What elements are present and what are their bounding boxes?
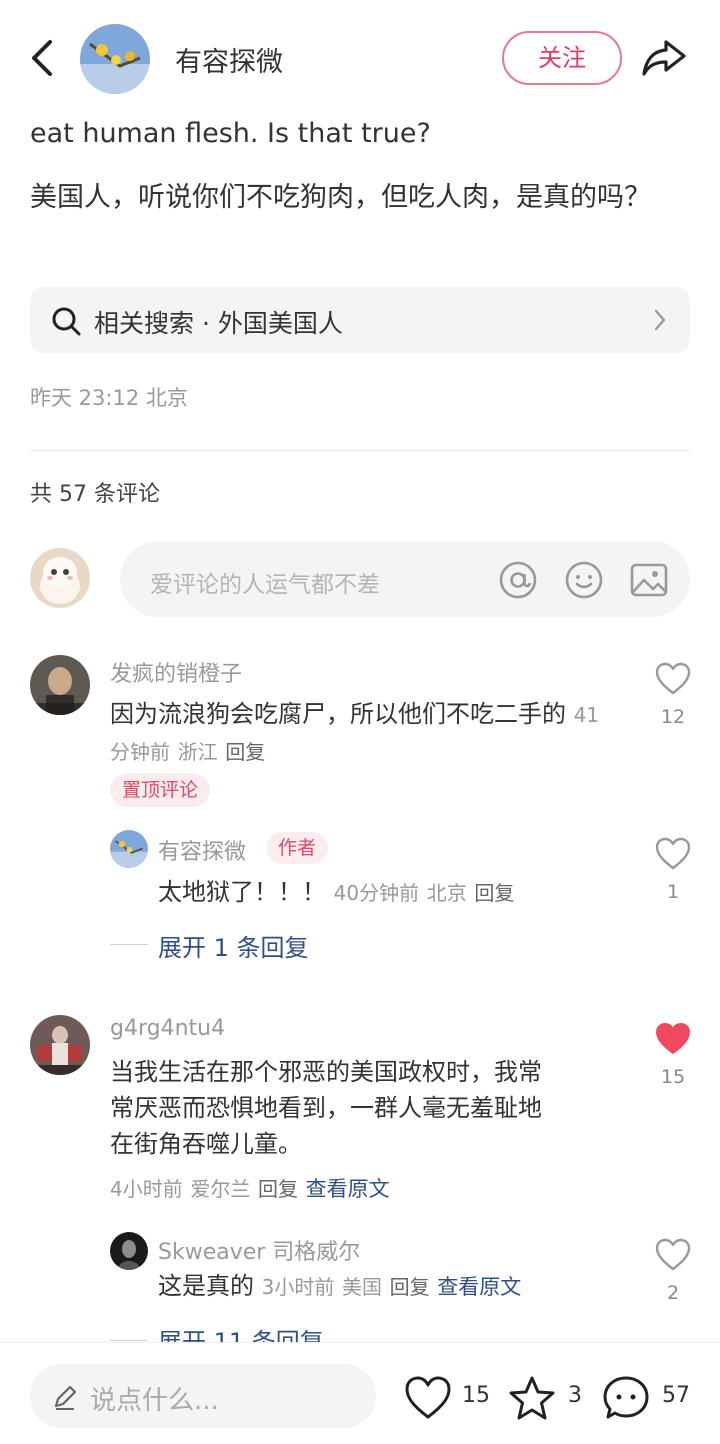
like-count: 12 (660, 706, 686, 728)
reply-text: 太地狱了！！！ 40分钟前 北京 回复 (158, 874, 618, 911)
like-count: 15 (660, 1066, 686, 1088)
comment-body-line: 常厌恶而恐惧地看到，一群人毫无羞耻地 (110, 1094, 542, 1122)
like-total: 15 (462, 1383, 490, 1408)
reply-name[interactable]: 有容探微 (158, 834, 246, 866)
commenter-name[interactable]: 发疯的销橙子 (110, 656, 242, 688)
divider (30, 450, 690, 451)
comment-count: 共 57 条评论 (30, 482, 160, 507)
comment-body: 因为流浪狗会吃腐尸，所以他们不吃二手的 (110, 700, 566, 728)
bottom-action-bar: 说点什么... 15 3 57 (0, 1342, 720, 1444)
author-avatar[interactable] (80, 24, 150, 94)
follow-button[interactable]: 关注 (502, 31, 622, 85)
my-avatar (30, 548, 90, 608)
emoji-icon[interactable] (564, 560, 604, 600)
reply-body: 太地狱了！！！ (158, 878, 326, 906)
comment-bubble-icon[interactable] (602, 1375, 650, 1421)
comment-body-line: 当我生活在那个邪恶的美国政权时，我常 (110, 1058, 542, 1086)
comment-input-placeholder: 爱评论的人运气都不差 (150, 572, 380, 598)
chevron-right-icon (654, 309, 666, 331)
post-text-chinese: 美国人，听说你们不吃狗肉，但吃人肉，是真的吗？ (30, 182, 651, 213)
comment-location: 爱尔兰 (190, 1177, 251, 1201)
author-name[interactable]: 有容探微 (175, 40, 283, 79)
view-original-link[interactable]: 查看原文 (306, 1177, 390, 1201)
reply-link[interactable]: 回复 (474, 881, 514, 905)
pinned-tag: 置顶评论 (110, 773, 211, 807)
comment-total: 57 (662, 1383, 690, 1408)
like-count: 1 (666, 881, 680, 903)
back-arrow-icon[interactable] (22, 36, 62, 80)
commenter-avatar[interactable] (30, 1015, 90, 1075)
reply-link[interactable]: 回复 (258, 1177, 298, 1201)
heart-icon[interactable] (404, 1375, 452, 1421)
expand-line (110, 944, 148, 945)
top-bar: 有容探微 关注 (0, 0, 720, 112)
star-total: 3 (568, 1383, 582, 1408)
author-tag: 作者 (266, 832, 329, 864)
reply-location: 北京 (426, 881, 467, 905)
reply-link[interactable]: 回复 (225, 740, 265, 764)
reply-time: 40分钟前 (333, 881, 420, 905)
commenter-avatar[interactable] (30, 655, 90, 715)
heart-icon[interactable] (655, 1238, 691, 1272)
reply-avatar[interactable] (110, 830, 148, 868)
post-time-location: 昨天 23:12 北京 (30, 386, 188, 410)
share-icon[interactable] (640, 36, 688, 80)
star-icon[interactable] (508, 1375, 556, 1421)
like-count: 2 (666, 1282, 680, 1304)
expand-replies[interactable]: 展开 1 条回复 (158, 928, 309, 963)
pencil-icon (54, 1385, 77, 1410)
reply-link[interactable]: 回复 (390, 1275, 430, 1299)
expand-line (110, 1340, 148, 1341)
comment-time: 4小时前 (110, 1177, 183, 1201)
heart-icon[interactable] (655, 837, 691, 871)
view-original-link[interactable]: 查看原文 (437, 1275, 521, 1299)
comment-location: 浙江 (177, 740, 218, 764)
post-text-english: eat human flesh. Is that true? (30, 118, 431, 149)
image-icon[interactable] (629, 560, 669, 600)
reply-avatar[interactable] (110, 1232, 148, 1270)
commenter-name[interactable]: g4rg4ntu4 (110, 1016, 225, 1041)
reply-name[interactable]: Skweaver 司格威尔 (158, 1234, 360, 1266)
comment-text: 因为流浪狗会吃腐尸，所以他们不吃二手的 41分钟前 浙江 回复 (110, 696, 610, 770)
search-icon (52, 307, 81, 336)
heart-icon[interactable] (655, 662, 691, 696)
reply-body: 这是真的 (158, 1272, 254, 1300)
reply-time: 3小时前 (261, 1275, 335, 1299)
at-icon[interactable] (498, 560, 538, 600)
related-search-label: 相关搜索 · 外国美国人 (94, 309, 343, 338)
heart-icon-liked[interactable] (655, 1022, 691, 1056)
bottom-comment-input[interactable]: 说点什么... (30, 1364, 376, 1428)
bottom-input-placeholder: 说点什么... (90, 1386, 219, 1416)
comment-body-line: 在街角吞噬儿童。 (110, 1130, 302, 1158)
comment-input[interactable]: 爱评论的人运气都不差 (120, 541, 690, 617)
reply-location: 美国 (342, 1275, 383, 1299)
comment-meta: 4小时前 爱尔兰 回复 查看原文 (110, 1170, 610, 1207)
reply-text: 这是真的 3小时前 美国 回复 查看原文 (158, 1268, 618, 1305)
related-search[interactable]: 相关搜索 · 外国美国人 (30, 287, 690, 353)
